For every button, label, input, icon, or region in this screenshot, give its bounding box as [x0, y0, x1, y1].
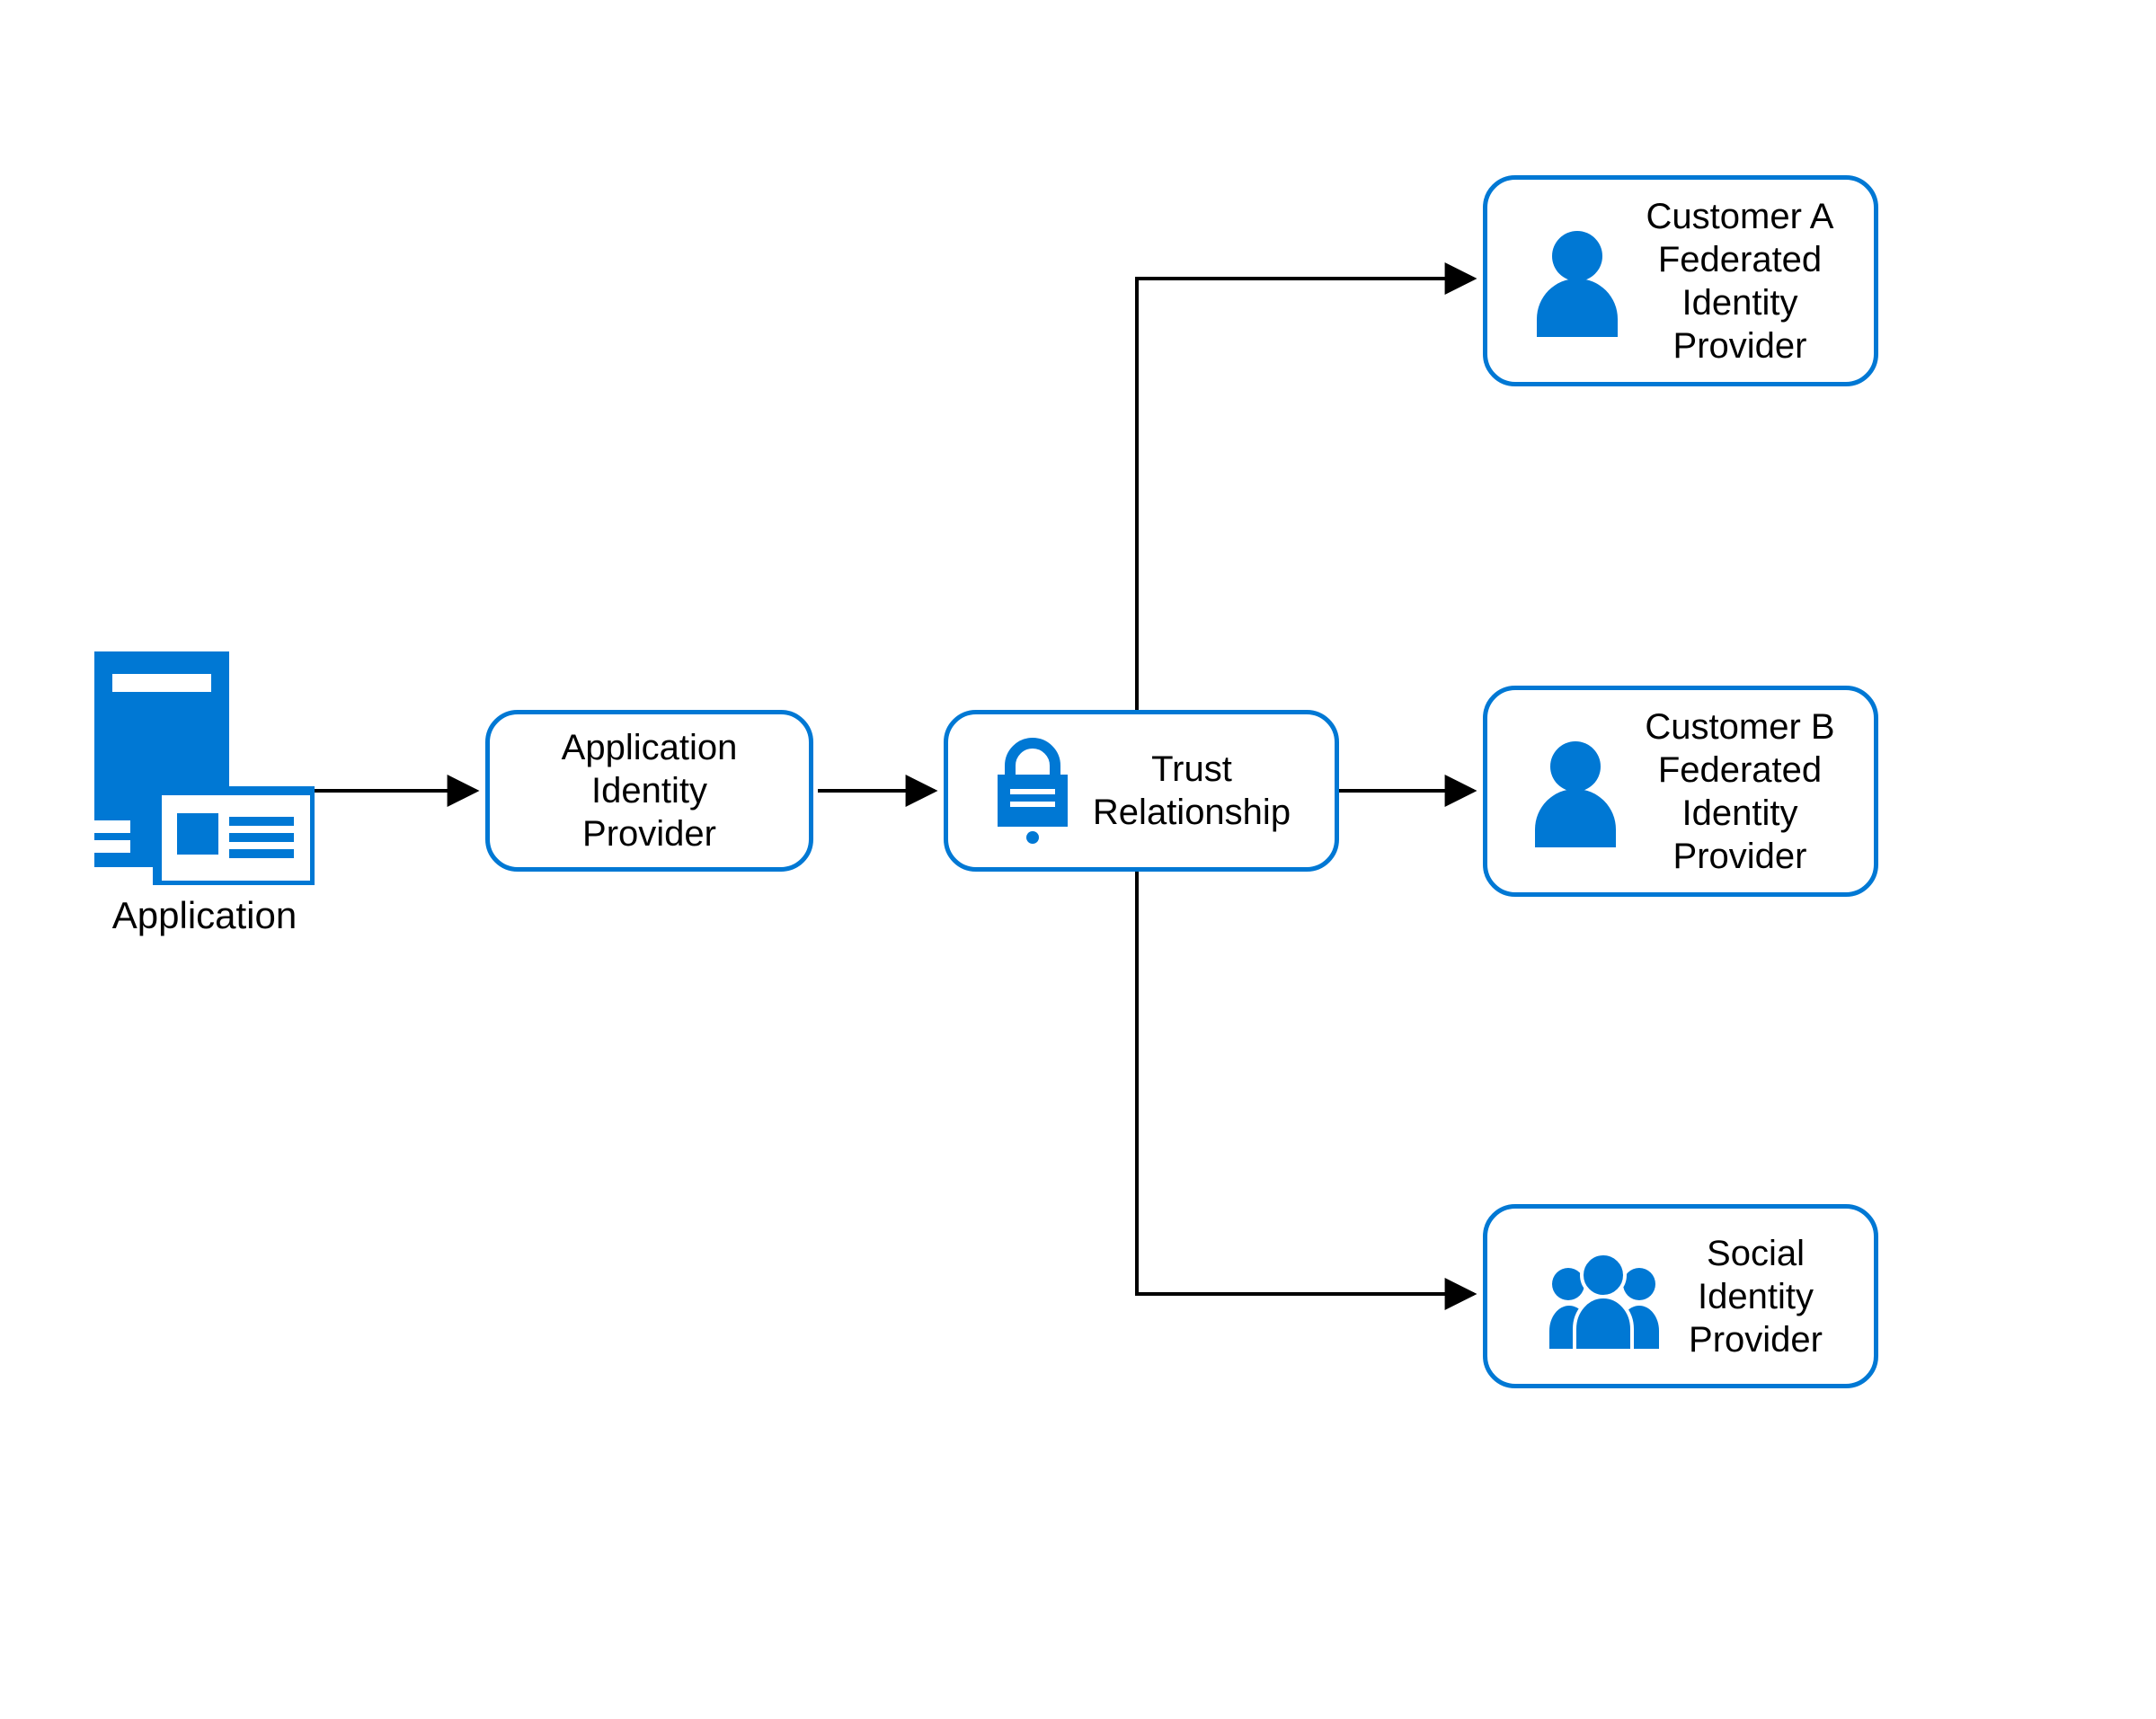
diagram-canvas: Application Application Identity Provide… [0, 0, 2156, 1719]
node-app-idp: Application Identity Provider [485, 710, 813, 872]
person-icon [1526, 735, 1625, 847]
node-customer-a: Customer A Federated Identity Provider [1483, 175, 1878, 386]
node-trust: Trust Relationship [944, 710, 1339, 872]
arrow-trust-to-custa [1137, 279, 1474, 714]
customer-b-label: Customer B Federated Identity Provider [1645, 705, 1834, 878]
app-idp-label: Application Identity Provider [562, 726, 738, 855]
person-icon [1528, 225, 1627, 337]
application-label: Application [103, 894, 306, 937]
application-icon [94, 651, 315, 885]
arrow-trust-to-social [1137, 867, 1474, 1294]
server-with-monitor-icon [94, 651, 315, 885]
node-social: Social Identity Provider [1483, 1204, 1878, 1388]
lock-icon [992, 737, 1073, 845]
customer-a-label: Customer A Federated Identity Provider [1646, 195, 1834, 368]
node-customer-b: Customer B Federated Identity Provider [1483, 686, 1878, 897]
social-label: Social Identity Provider [1689, 1232, 1823, 1361]
trust-label: Trust Relationship [1093, 748, 1291, 834]
people-group-icon [1539, 1243, 1669, 1351]
